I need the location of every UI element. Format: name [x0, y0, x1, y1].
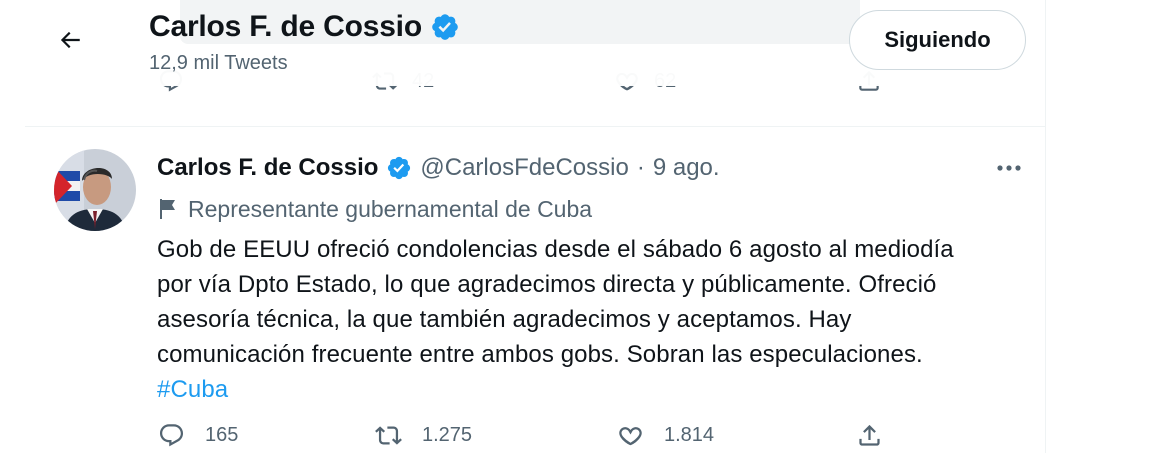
tweet-divider [25, 126, 1045, 127]
column-border [1045, 0, 1046, 453]
tweet-text-line: por vía Dpto Estado, lo que agradecimos … [157, 271, 937, 298]
hashtag-link[interactable]: #Cuba [157, 372, 1027, 407]
back-arrow-icon [60, 31, 80, 49]
like-button[interactable]: 1.814 [617, 422, 714, 449]
like-count: 1.814 [664, 424, 715, 446]
government-label[interactable]: Representante gubernamental de Cuba [158, 195, 592, 223]
following-button[interactable]: Siguiendo [849, 10, 1026, 70]
retweet-count: 1.275 [422, 424, 473, 446]
reply-icon [159, 424, 184, 447]
heart-icon [619, 427, 642, 446]
tweet-header: Carlos F. de Cossio @CarlosFdeCossio · 9… [157, 153, 720, 183]
retweet-button[interactable]: 1.275 [375, 422, 472, 449]
government-label-text: Representante gubernamental de Cuba [188, 195, 593, 222]
tweet-actions: 165 1.275 1.814 [0, 422, 1045, 453]
header-title: Carlos F. de Cossio [149, 10, 460, 44]
retweet-icon [375, 426, 402, 445]
back-button[interactable] [50, 20, 90, 60]
tweet-date[interactable]: 9 ago. [653, 154, 720, 182]
share-icon [859, 424, 880, 446]
header-separator: · [636, 154, 645, 181]
timeline-page: 42 62 Carlos F. de Cossio 12,9 mil Tweet… [0, 0, 1163, 453]
verified-badge-icon [432, 14, 458, 40]
verified-badge-icon [388, 156, 411, 180]
more-dots-icon [997, 165, 1021, 171]
profile-header: Carlos F. de Cossio 12,9 mil Tweets Sigu… [0, 0, 1045, 86]
tweet-text-line: asesoría técnica, la que también agradec… [157, 306, 852, 333]
avatar-photo [54, 149, 136, 231]
share-button[interactable] [856, 422, 883, 449]
more-options-button[interactable] [992, 156, 1026, 180]
flag-icon [160, 199, 175, 219]
avatar[interactable] [54, 149, 136, 231]
reply-count: 165 [205, 424, 239, 446]
tweet-author-name[interactable]: Carlos F. de Cossio [157, 154, 378, 182]
tweet-text-line: comunicación frecuente entre ambos gobs.… [157, 341, 923, 368]
tweet-text-line: Gob de EEUU ofreció condolencias desde e… [157, 236, 954, 263]
tweet-count: 12,9 mil Tweets [149, 52, 288, 74]
reply-button[interactable]: 165 [158, 422, 238, 449]
tweet-author-handle[interactable]: @CarlosFdeCossio [420, 154, 628, 182]
tweet-text: Gob de EEUU ofreció condolencias desde e… [157, 232, 1027, 407]
header-name: Carlos F. de Cossio [149, 10, 422, 43]
